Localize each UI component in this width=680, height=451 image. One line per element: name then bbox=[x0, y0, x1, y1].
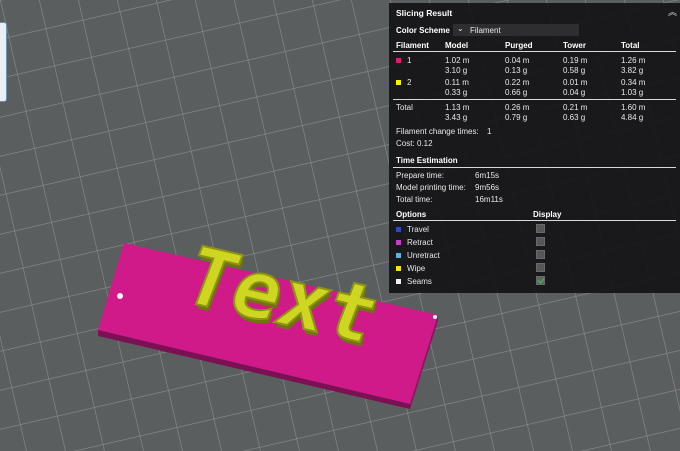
cell-total-weight: 3.82 g bbox=[621, 66, 644, 75]
option-label: Travel bbox=[407, 225, 429, 234]
cell-model-length: 1.13 m bbox=[445, 103, 470, 112]
col-header-purged: Purged bbox=[505, 41, 533, 50]
cell-purged-length: 0.22 m bbox=[505, 78, 530, 87]
travel-color-swatch bbox=[396, 227, 401, 232]
cell-purged-length: 0.26 m bbox=[505, 103, 530, 112]
filament-2-color-swatch bbox=[396, 80, 401, 85]
model-printing-time-label: Model printing time: bbox=[396, 183, 466, 192]
filament-id: 1 bbox=[407, 56, 412, 65]
col-header-filament: Filament bbox=[396, 41, 429, 50]
cell-total-length: 0.34 m bbox=[621, 78, 646, 87]
seam-marker-2 bbox=[433, 315, 437, 319]
option-label: Retract bbox=[407, 238, 433, 247]
cell-model-length: 0.11 m bbox=[445, 78, 469, 87]
cell-total-weight: 1.03 g bbox=[621, 88, 644, 97]
cell-tower-weight: 0.58 g bbox=[563, 66, 586, 75]
cell-purged-length: 0.04 m bbox=[505, 56, 530, 65]
filament-id: 2 bbox=[407, 78, 412, 87]
cell-purged-weight: 0.79 g bbox=[505, 113, 528, 122]
cell-tower-weight: 0.63 g bbox=[563, 113, 586, 122]
model-printing-time-value: 9m56s bbox=[475, 183, 500, 192]
cell-total-length: 1.60 m bbox=[621, 103, 646, 112]
travel-display-checkbox[interactable] bbox=[536, 224, 545, 233]
cell-tower-weight: 0.04 g bbox=[563, 88, 586, 97]
display-title: Display bbox=[533, 210, 562, 219]
cell-model-length: 1.02 m bbox=[445, 56, 470, 65]
filament-1-color-swatch bbox=[396, 58, 401, 63]
cell-tower-length: 0.19 m bbox=[563, 56, 588, 65]
prepare-time-value: 6m15s bbox=[475, 171, 500, 180]
cell-model-weight: 0.33 g bbox=[445, 88, 468, 97]
chevron-down-icon: ⌄ bbox=[457, 24, 464, 33]
options-title: Options bbox=[396, 210, 427, 219]
wipe-display-checkbox[interactable] bbox=[536, 263, 545, 272]
collapse-icon[interactable]: ︽ bbox=[668, 7, 677, 17]
seam-marker bbox=[117, 293, 123, 299]
unretract-color-swatch bbox=[396, 253, 401, 258]
seams-color-swatch bbox=[396, 279, 401, 284]
filament-change-value: 1 bbox=[487, 127, 492, 136]
option-label: Wipe bbox=[407, 264, 426, 273]
cell-purged-weight: 0.13 g bbox=[505, 66, 528, 75]
seams-display-checkbox[interactable] bbox=[536, 276, 545, 285]
cell-total-length: 1.26 m bbox=[621, 56, 646, 65]
cost-value: 0.12 bbox=[417, 139, 433, 148]
total-time-label: Total time: bbox=[396, 195, 433, 204]
option-label: Seams bbox=[407, 277, 432, 286]
prepare-time-label: Prepare time: bbox=[396, 171, 445, 180]
col-header-model: Model bbox=[445, 41, 469, 50]
total-time-value: 16m11s bbox=[475, 195, 503, 204]
retract-color-swatch bbox=[396, 240, 401, 245]
divider bbox=[393, 220, 676, 221]
panel-title: Slicing Result bbox=[396, 8, 453, 18]
col-header-total: Total bbox=[621, 41, 640, 50]
divider bbox=[393, 167, 676, 168]
cell-purged-weight: 0.66 g bbox=[505, 88, 528, 97]
color-scheme-label: Color Scheme bbox=[396, 26, 450, 35]
cell-model-weight: 3.43 g bbox=[445, 113, 468, 122]
cell-tower-length: 0.01 m bbox=[563, 78, 588, 87]
color-scheme-select[interactable]: ⌄ Filament bbox=[453, 24, 579, 36]
cost-label: Cost: bbox=[396, 139, 415, 148]
option-label: Unretract bbox=[407, 251, 440, 260]
total-label: Total bbox=[396, 103, 413, 112]
filament-change-label: Filament change times: bbox=[396, 127, 479, 136]
divider bbox=[393, 51, 676, 52]
slicing-result-panel: Slicing Result ︽ Color Scheme ⌄ Filament… bbox=[389, 3, 680, 293]
cell-tower-length: 0.21 m bbox=[563, 103, 588, 112]
side-collapse-tab[interactable] bbox=[0, 22, 7, 102]
cell-total-weight: 4.84 g bbox=[621, 113, 644, 122]
unretract-display-checkbox[interactable] bbox=[536, 250, 545, 259]
cell-model-weight: 3.10 g bbox=[445, 66, 468, 75]
time-estimation-title: Time Estimation bbox=[396, 156, 458, 165]
col-header-tower: Tower bbox=[563, 41, 586, 50]
color-scheme-value: Filament bbox=[470, 26, 501, 35]
wipe-color-swatch bbox=[396, 266, 401, 271]
retract-display-checkbox[interactable] bbox=[536, 237, 545, 246]
divider bbox=[393, 99, 676, 100]
